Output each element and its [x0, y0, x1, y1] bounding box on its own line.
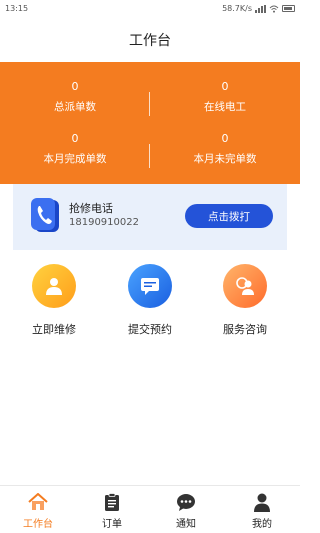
network-speed: 58.7K/s — [222, 4, 252, 13]
stat-total-orders: 0 总派单数 — [0, 80, 150, 114]
tab-label: 工作台 — [23, 519, 53, 530]
stats-panel: 0 总派单数 0 在线电工 0 本月完成单数 0 本月未完单数 — [0, 62, 300, 184]
stat-label: 本月未完单数 — [193, 153, 257, 165]
action-label: 提交预约 — [128, 323, 172, 336]
action-service-consult[interactable]: 服务咨询 — [205, 264, 285, 337]
tab-label: 通知 — [176, 519, 196, 530]
tab-workbench[interactable]: 工作台 — [8, 492, 68, 530]
stat-month-completed: 0 本月完成单数 — [0, 132, 150, 166]
action-label: 服务咨询 — [223, 323, 267, 336]
battery-icon — [282, 5, 295, 12]
stat-month-uncompleted: 0 本月未完单数 — [150, 132, 300, 166]
tab-mine[interactable]: 我的 — [232, 492, 292, 530]
navbar: 工作台 — [0, 18, 300, 62]
tab-notifications[interactable]: 通知 — [156, 492, 216, 530]
stat-label: 本月完成单数 — [43, 153, 107, 165]
message-icon — [128, 264, 172, 308]
bottom-tab-bar: 工作台 订单 通知 我的 — [0, 485, 300, 533]
phone-icon — [31, 198, 59, 232]
hotline-number: 18190910022 — [69, 217, 139, 228]
stat-label: 总派单数 — [54, 101, 96, 113]
status-time: 13:15 — [5, 4, 29, 13]
tab-label: 订单 — [102, 519, 122, 530]
status-bar: 13:15 58.7K/s — [0, 0, 300, 18]
status-icons: 58.7K/s — [222, 4, 295, 13]
signal-icon — [255, 4, 266, 13]
divider — [149, 92, 150, 116]
tab-label: 我的 — [252, 519, 272, 530]
user-icon — [232, 492, 292, 512]
stat-value: 0 — [221, 80, 229, 93]
action-repair-now[interactable]: 立即维修 — [14, 264, 94, 337]
page-title: 工作台 — [129, 33, 171, 49]
action-label: 立即维修 — [32, 323, 76, 336]
wifi-icon — [269, 5, 279, 13]
action-submit-appointment[interactable]: 提交预约 — [110, 264, 190, 337]
home-icon — [8, 492, 68, 512]
chat-icon — [156, 492, 216, 512]
person-icon — [32, 264, 76, 308]
service-icon — [223, 264, 267, 308]
repair-hotline-card: 抢修电话 18190910022 点击拨打 — [13, 184, 287, 250]
hotline-title: 抢修电话 — [69, 202, 113, 215]
tab-orders[interactable]: 订单 — [82, 492, 142, 530]
divider — [149, 144, 150, 168]
stat-value: 0 — [71, 80, 79, 93]
stat-value: 0 — [71, 132, 79, 145]
stat-online-electricians: 0 在线电工 — [150, 80, 300, 114]
document-icon — [82, 492, 142, 512]
call-button[interactable]: 点击拨打 — [185, 204, 273, 228]
stat-label: 在线电工 — [204, 101, 246, 113]
stat-value: 0 — [221, 132, 229, 145]
